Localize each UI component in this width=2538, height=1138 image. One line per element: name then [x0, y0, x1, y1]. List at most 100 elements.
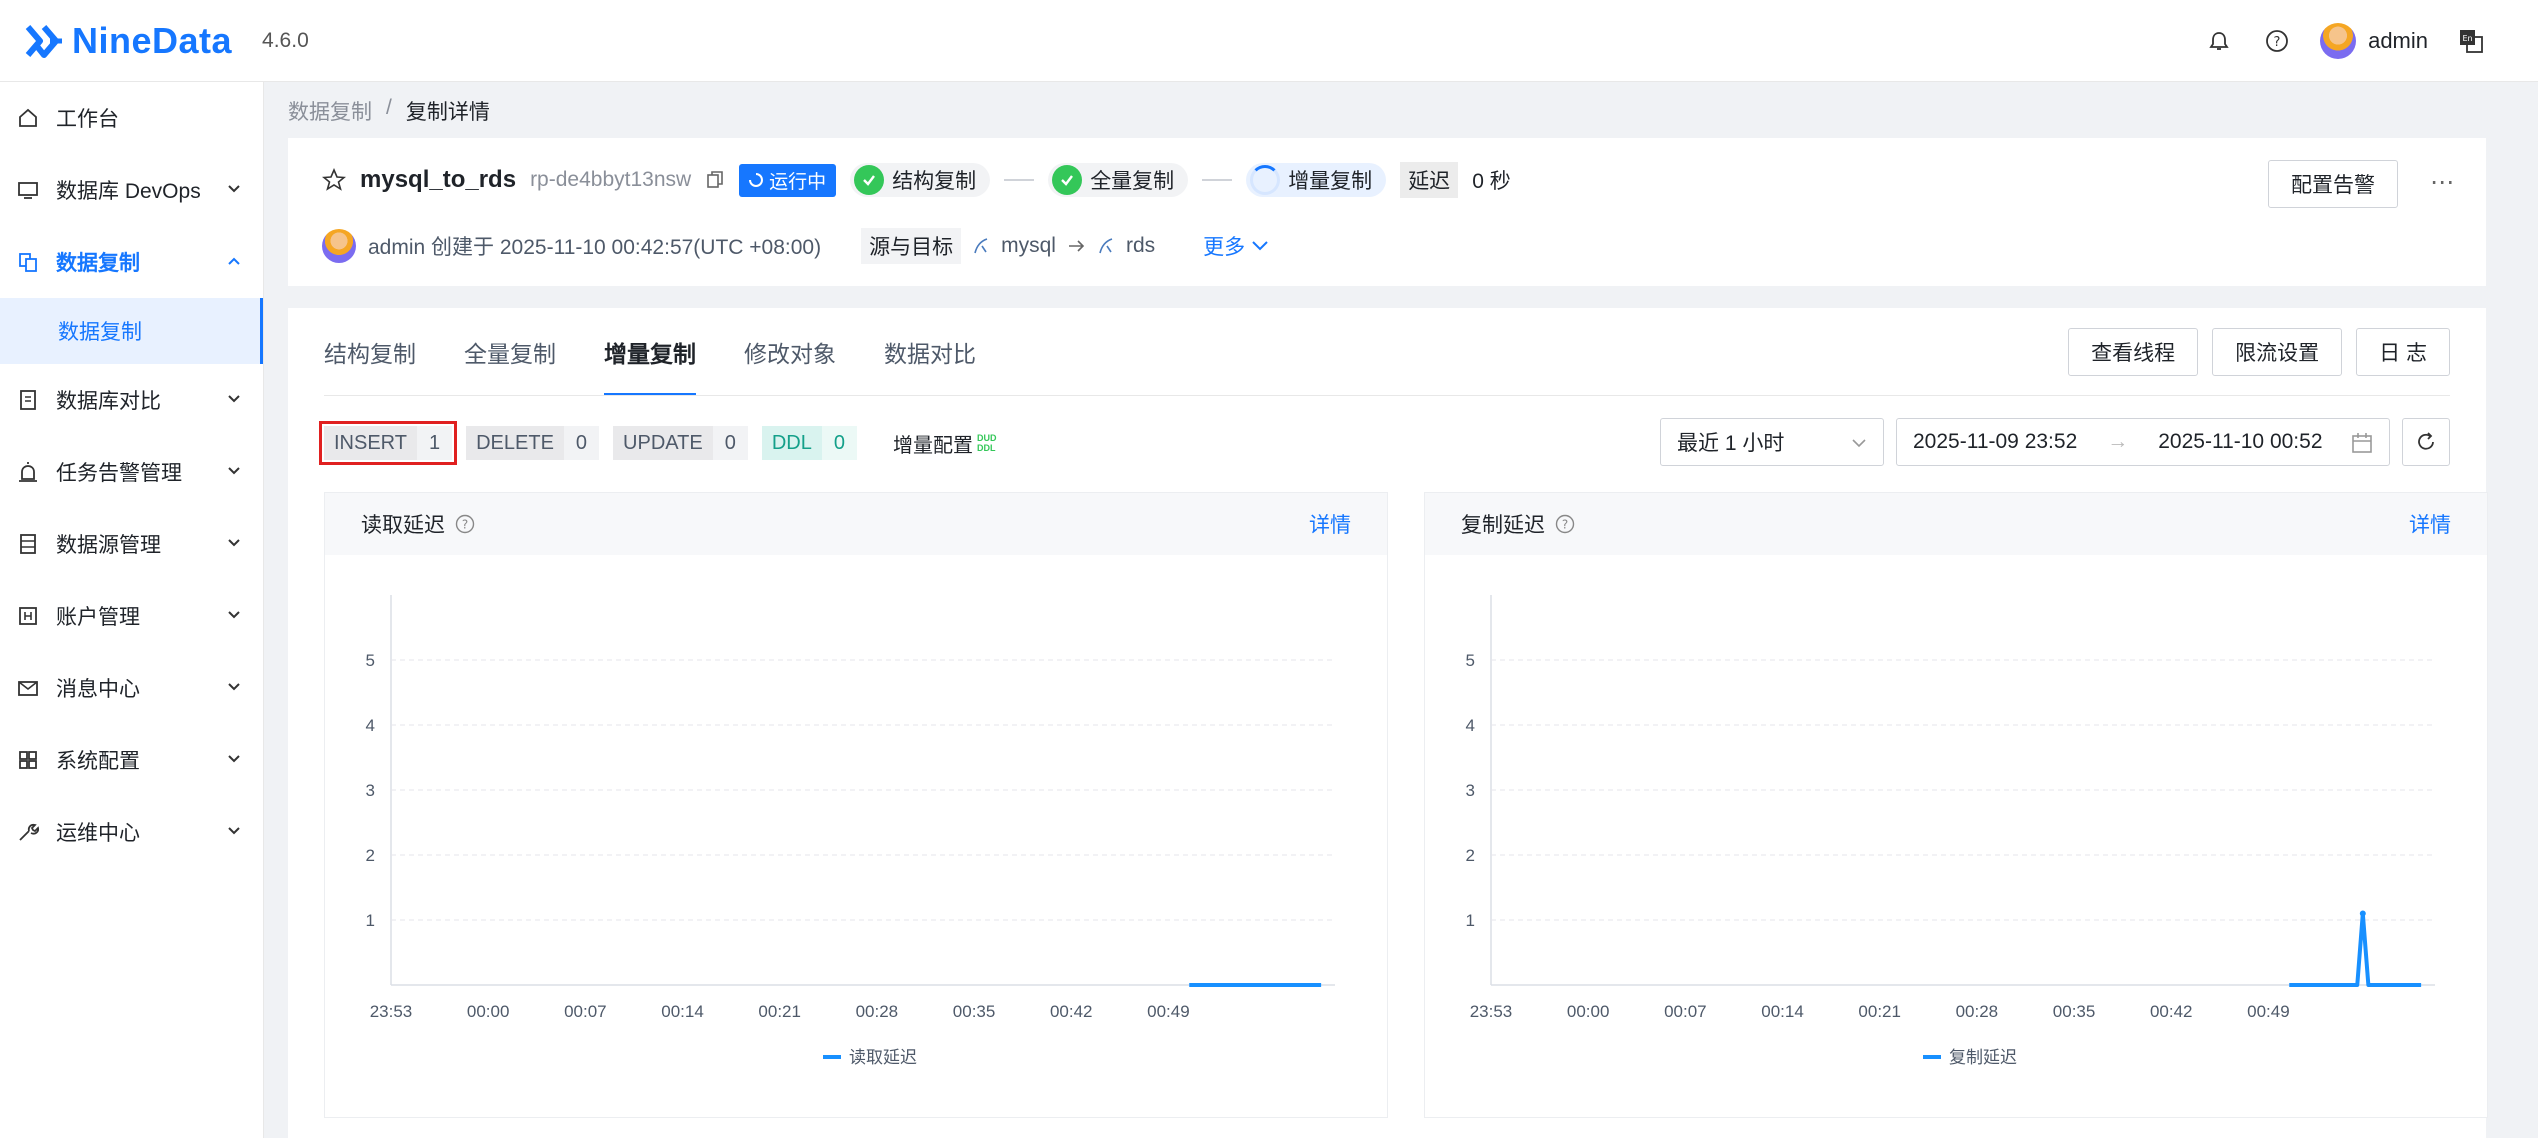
more-link[interactable]: 更多: [1203, 231, 1269, 261]
refresh-button[interactable]: [2402, 418, 2450, 466]
arrow-right-icon: [1068, 240, 1085, 252]
mail-icon: [16, 676, 40, 700]
status-badge: 运行中: [739, 163, 837, 197]
breadcrumb-parent[interactable]: 数据复制: [288, 96, 372, 126]
tab-divider: [324, 395, 2450, 396]
star-icon[interactable]: [322, 168, 346, 192]
ninedata-logo-icon: [25, 24, 62, 58]
user-menu[interactable]: admin: [2320, 23, 2428, 59]
read-latency-chart: 1 2 3 4 5 23:53 00:00 00:07 00:14 00:21 00:28 00:35…: [366, 595, 1335, 1067]
tab-full[interactable]: 全量复制: [464, 308, 556, 396]
target-name: rds: [1125, 234, 1156, 257]
x-tick-label: 23:53: [370, 1002, 413, 1021]
task-name: mysql_to_rds: [360, 166, 517, 193]
tab-structure[interactable]: 结构复制: [324, 308, 416, 396]
x-tick-label: 00:21: [758, 1002, 801, 1021]
start-time[interactable]: 2025-11-09 23:52: [1913, 430, 2077, 454]
tab-modify-objects[interactable]: 修改对象: [744, 308, 836, 396]
sidebar-item-system[interactable]: 系统配置: [0, 724, 263, 796]
step-label: 全量复制: [1090, 170, 1175, 193]
breadcrumb: 数据复制 / 复制详情: [288, 96, 490, 126]
sidebar-item-replication[interactable]: 数据复制: [0, 226, 263, 298]
step-full: 全量复制: [1048, 163, 1189, 197]
rate-limit-button[interactable]: 限流设置: [2212, 328, 2343, 376]
account-icon: [16, 604, 40, 628]
chevron-up-icon: [228, 257, 240, 265]
sidebar-item-datasource[interactable]: 数据源管理: [0, 508, 263, 580]
sidebar-item-db-compare[interactable]: 数据库对比: [0, 364, 263, 436]
view-threads-button[interactable]: 查看线程: [2068, 328, 2199, 376]
breadcrumb-separator: /: [386, 96, 392, 119]
insert-counter[interactable]: INSERT 1: [318, 421, 458, 465]
help-icon[interactable]: ?: [1555, 514, 1575, 534]
sidebar-item-workbench[interactable]: 工作台: [0, 82, 263, 154]
x-tick-label: 00:35: [2053, 1002, 2096, 1021]
creator-avatar: [322, 229, 356, 263]
x-tick-label: 00:28: [856, 1002, 899, 1021]
logo[interactable]: NineData: [22, 19, 232, 63]
top-bar: NineData 4.6.0 ? admin En: [0, 0, 2538, 82]
tab-incremental[interactable]: 增量复制: [604, 308, 696, 396]
language-icon[interactable]: En: [2456, 26, 2486, 56]
tab-data-compare[interactable]: 数据对比: [884, 308, 976, 396]
rds-icon: [1099, 238, 1113, 254]
help-icon[interactable]: ?: [2262, 26, 2292, 56]
legend-label: 复制延迟: [1949, 1048, 2017, 1067]
x-tick-label: 00:14: [1761, 1002, 1804, 1021]
help-icon[interactable]: ?: [455, 514, 475, 534]
status-text: 运行中: [769, 171, 827, 193]
configure-alert-button[interactable]: 配置告警: [2268, 160, 2398, 208]
version-label: 4.6.0: [262, 28, 309, 52]
sidebar-item-label: 消息中心: [56, 678, 140, 701]
avatar: [2320, 23, 2357, 59]
sidebar-item-messages[interactable]: 消息中心: [0, 652, 263, 724]
x-tick-label: 00:49: [1147, 1002, 1190, 1021]
refresh-icon: [2418, 432, 2434, 450]
step-label: 增量复制: [1288, 170, 1373, 193]
sidebar-item-label: 数据源管理: [56, 534, 161, 557]
sidebar-item-accounts[interactable]: 账户管理: [0, 580, 263, 652]
time-range-select[interactable]: 最近 1 小时: [1660, 418, 1884, 466]
compare-icon: [16, 388, 40, 412]
counter-key: INSERT: [324, 426, 417, 460]
y-tick-label: 3: [366, 781, 375, 800]
sidebar-item-label: 系统配置: [56, 750, 140, 773]
chevron-down-icon: [228, 683, 240, 691]
end-time[interactable]: 2025-11-10 00:52: [2158, 430, 2322, 454]
update-counter[interactable]: UPDATE 0: [613, 426, 748, 460]
ddl-counter[interactable]: DDL 0: [761, 426, 857, 460]
svg-text:En: En: [2462, 34, 2472, 43]
chevron-down-icon: [228, 755, 240, 763]
y-tick-label: 5: [1466, 651, 1475, 670]
sidebar-subitem-replication[interactable]: 数据复制: [0, 298, 263, 364]
log-button[interactable]: 日 志: [2356, 328, 2450, 376]
spinner-icon: [1250, 165, 1281, 195]
more-actions-icon[interactable]: ⋯: [2430, 168, 2456, 197]
detail-link[interactable]: 详情: [1309, 509, 1351, 539]
x-tick-label: 00:07: [564, 1002, 607, 1021]
sidebar-item-label: 工作台: [56, 108, 119, 131]
delete-counter[interactable]: DELETE 0: [466, 426, 600, 460]
bell-icon[interactable]: [2204, 26, 2234, 56]
sidebar-item-ops[interactable]: 运维中心: [0, 796, 263, 868]
copy-icon: [16, 250, 40, 274]
svg-text:?: ?: [1562, 518, 1568, 532]
sidebar-item-alerts[interactable]: 任务告警管理: [0, 436, 263, 508]
step-structure: 结构复制: [850, 163, 991, 197]
date-range-picker[interactable]: 2025-11-09 23:52 → 2025-11-10 00:52: [1896, 418, 2390, 466]
incremental-config-link[interactable]: 增量配置 DUD DDL: [893, 429, 997, 458]
copy-id-icon[interactable]: [705, 170, 725, 190]
tab-bar: 结构复制 全量复制 增量复制 修改对象 数据对比: [324, 308, 976, 396]
x-tick-label: 00:42: [1050, 1002, 1093, 1021]
time-filters: 最近 1 小时 2025-11-09 23:52 → 2025-11-10 00…: [1660, 418, 2450, 466]
brand-name: NineData: [72, 19, 233, 61]
sidebar-item-devops[interactable]: 数据库 DevOps: [0, 154, 263, 226]
counter-key: DDL: [761, 426, 822, 460]
detail-link[interactable]: 详情: [2409, 509, 2451, 539]
x-tick-label: 00:00: [467, 1002, 510, 1021]
more-label: 更多: [1203, 236, 1246, 259]
y-tick-label: 4: [366, 716, 375, 735]
x-tick-label: 00:00: [1567, 1002, 1610, 1021]
monitor-icon: [16, 178, 40, 202]
user-name: admin: [2368, 28, 2428, 53]
